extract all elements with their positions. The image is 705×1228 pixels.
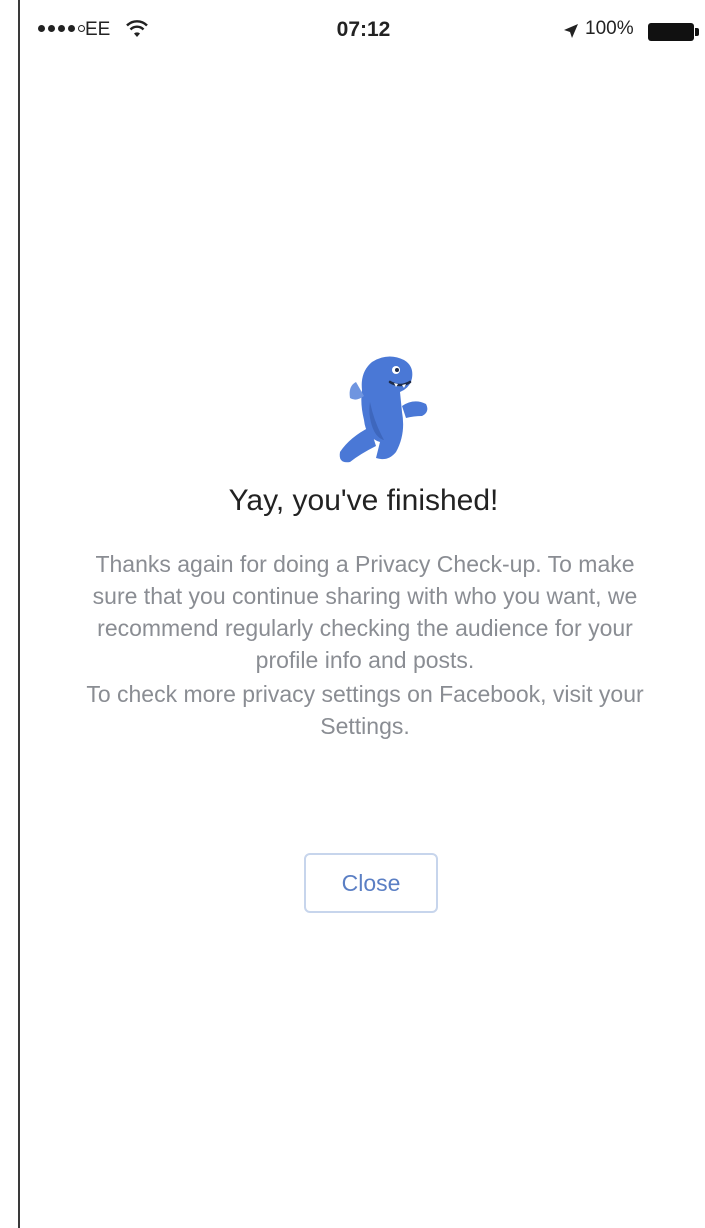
battery-percentage: 100% bbox=[585, 18, 634, 39]
location-arrow-icon bbox=[563, 23, 579, 44]
close-button[interactable]: Close bbox=[304, 853, 438, 913]
battery-icon bbox=[648, 23, 699, 41]
completion-message: Thanks again for doing a Privacy Check-u… bbox=[92, 551, 638, 673]
settings-hint: To check more privacy settings on Facebo… bbox=[86, 681, 644, 739]
phone-screen: EE 07:12 100% Yay, you've finished! Than… bbox=[18, 0, 705, 1228]
dinosaur-mascot-icon bbox=[310, 342, 440, 472]
status-bar: EE 07:12 100% bbox=[20, 14, 705, 50]
completion-title: Yay, you've finished! bbox=[228, 484, 499, 517]
